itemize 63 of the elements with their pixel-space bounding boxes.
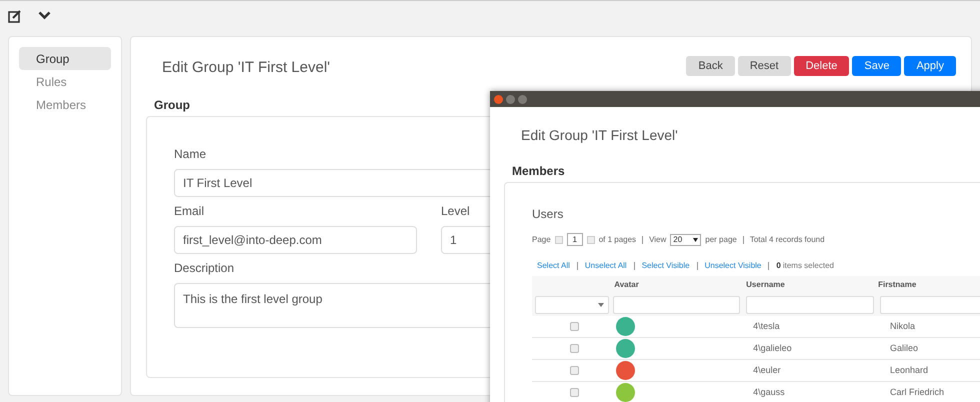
table-cell-text: Carl Friedrich [890, 386, 946, 399]
table-row[interactable]: 4\euler Leonhard [532, 360, 980, 382]
action-button[interactable]: Apply [904, 56, 956, 76]
per-page-select[interactable]: 20 [670, 234, 702, 246]
records-count: Total 4 records found [750, 234, 825, 246]
section-title: Members [512, 163, 566, 180]
table-cell-text: Galileo [890, 342, 920, 355]
table-row[interactable]: 4\gauss Carl Friedrich [532, 382, 980, 402]
caret-icon[interactable] [38, 11, 51, 20]
action-button[interactable]: Delete [794, 56, 850, 76]
table-cell-text: 4\euler [753, 364, 782, 377]
edit-icon[interactable] [8, 8, 22, 22]
action-button[interactable]: Reset [738, 56, 791, 76]
section-title: Group [154, 96, 190, 114]
row-checkbox[interactable] [570, 322, 579, 331]
selection-link[interactable]: Unselect All [584, 260, 627, 272]
filter-input[interactable] [746, 296, 874, 314]
filter-input[interactable] [880, 296, 980, 314]
sidebar-item[interactable]: Members [19, 93, 111, 116]
table-row[interactable]: 4\tesla Nikola [532, 316, 980, 338]
next-page-button[interactable] [586, 236, 595, 244]
selection-link[interactable]: Select All [537, 260, 570, 272]
column-header: Username [745, 279, 786, 291]
window-title: Edit Group 'IT First Level' [521, 126, 679, 145]
selected-count: 0 [776, 260, 781, 272]
panel-subtitle: Users [532, 206, 564, 223]
email-input[interactable]: first_level@into-deep.com [174, 226, 417, 254]
previous-page-button[interactable] [554, 236, 563, 244]
pager-label: per page [705, 234, 737, 246]
action-button[interactable]: Save [852, 56, 902, 76]
field-label: Description [174, 260, 234, 276]
row-checkbox[interactable] [570, 388, 579, 397]
sidebar-item[interactable]: Group [19, 47, 111, 70]
table-cell-text: Nikola [890, 320, 916, 333]
action-button[interactable]: Back [686, 56, 735, 76]
dropdown-arrow-icon [693, 238, 698, 242]
filter-select[interactable] [535, 296, 610, 314]
table-cell-text: Leonhard [890, 364, 930, 377]
field-label: Email [174, 202, 206, 220]
pager-label: View [649, 234, 666, 246]
row-checkbox[interactable] [570, 344, 579, 353]
pager-label: Page [532, 234, 551, 246]
selected-label: items selected [782, 260, 834, 272]
close-icon[interactable] [494, 94, 503, 104]
sidebar-item[interactable]: Rules [19, 70, 111, 93]
selection-link[interactable]: Select Visible [642, 260, 690, 272]
field-label: Name [174, 146, 208, 162]
column-header: Avatar [613, 279, 640, 291]
column-header: Firstname [877, 279, 918, 291]
row-checkbox[interactable] [570, 366, 579, 375]
pager-label: of 1 pages [598, 234, 636, 246]
table-row[interactable]: 4\galieleo Galileo [532, 338, 980, 360]
field-label: Level [441, 202, 470, 220]
table-cell-text: 4\gauss [753, 386, 786, 399]
table-cell-text: 4\tesla [753, 320, 781, 333]
page-input[interactable]: 1 [566, 233, 583, 246]
filter-input[interactable] [613, 296, 740, 314]
table-cell-text: 4\galieleo [753, 342, 793, 355]
dropdown-arrow-icon [598, 303, 604, 307]
maximize-icon[interactable] [518, 94, 527, 104]
minimize-icon[interactable] [506, 94, 515, 104]
page-title: Edit Group 'IT First Level' [162, 58, 330, 78]
selection-link[interactable]: Unselect Visible [704, 260, 762, 272]
